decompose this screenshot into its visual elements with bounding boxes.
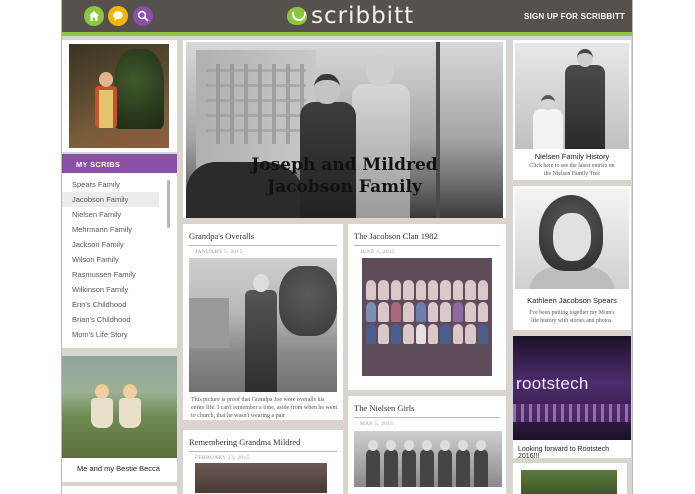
rootstech-photo: rootstech [513,336,631,440]
profile-photo-card[interactable] [62,40,177,152]
nielsen-history-title[interactable]: Nielsen Family History [513,152,631,161]
scribbitt-logo[interactable]: scribbitt [287,3,414,29]
post-date: JANUARY 5, 2015 [195,249,243,255]
hero-card[interactable]: Joseph and Mildred Jacobson Family [183,40,506,218]
smile-logo-icon [287,7,307,25]
header-accent-strip [62,32,632,36]
rootstech-caption: Looking forward to Rootstech 2016!!! [518,446,610,460]
chat-icon [113,11,123,21]
scrib-item-erins-childhood[interactable]: Erin's Childhood [62,297,159,312]
nielsen-history-photo [515,43,629,149]
my-scribs-heading: MY SCRIBS [62,154,177,173]
search-icon [137,10,149,22]
kathleen-card[interactable]: Kathleen Jacobson Spears I've been putti… [513,186,631,330]
scrib-item-mehrmann[interactable]: Mehrmann Family [62,222,159,237]
post-photo [354,431,502,487]
scrib-item-spears[interactable]: Spears Family [62,177,159,192]
next-right-photo [521,470,617,494]
scrib-item-wilkinson[interactable]: Wilkinson Family [62,282,159,297]
post-title[interactable]: Remembering Grandma Mildred [183,430,343,451]
search-button[interactable] [133,6,153,26]
brand-name: scribbitt [311,3,415,29]
post-card-clan[interactable]: The Jacobson Clan 1982 JUNE 1, 2015 [348,224,506,390]
post-title[interactable]: The Nielsen Girls [348,396,506,417]
rootstech-logo: rootstech [516,374,589,393]
signup-link[interactable]: SIGN UP FOR SCRIBBITT [524,12,625,21]
scrib-item-nielsen[interactable]: Nielsen Family [62,207,159,222]
next-card-edge [62,486,177,494]
scrib-item-brians-childhood[interactable]: Brian's Childhood [62,312,159,327]
bestie-caption: Me and my Bestie Becca [77,464,160,473]
app-frame: scribbitt SIGN UP FOR SCRIBBITT MY SCRIB… [61,0,633,494]
post-date: FEBRUARY 23, 2015 [195,455,250,461]
nielsen-history-description: Click here to see the latest entries on … [529,163,615,177]
scrib-list-scrollbar[interactable] [167,180,170,228]
bestie-photo [62,356,177,458]
post-card-overalls[interactable]: Grandpa's Overalls JANUARY 5, 2015 This … [183,224,343,420]
post-title[interactable]: Grandpa's Overalls [183,224,343,245]
chat-button[interactable] [108,6,128,26]
post-card-nielsen-girls[interactable]: The Nielsen Girls MAY 5, 2015 [348,396,506,494]
nielsen-history-card[interactable]: Nielsen Family History Click here to see… [513,40,631,180]
post-photo [195,463,327,493]
post-date: MAY 5, 2015 [360,421,394,427]
home-icon [89,11,99,21]
top-bar: scribbitt SIGN UP FOR SCRIBBITT [62,0,632,32]
post-title[interactable]: The Jacobson Clan 1982 [348,224,506,245]
post-card-grandma[interactable]: Remembering Grandma Mildred FEBRUARY 23,… [183,430,343,494]
post-photo [362,258,492,376]
rootstech-card[interactable]: rootstech Looking forward to Rootstech 2… [513,336,631,460]
kathleen-photo [515,189,629,289]
scrib-list: Spears Family Jacobson Family Nielsen Fa… [62,173,177,342]
kathleen-description: I've been putting together my Mom's life… [529,310,615,324]
kathleen-title[interactable]: Kathleen Jacobson Spears [513,296,631,305]
next-right-card[interactable] [513,463,627,494]
scrib-item-moms-life-story[interactable]: Mom's Life Story [62,327,159,342]
bestie-card[interactable]: Me and my Bestie Becca [62,356,177,482]
hero-title: Joseph and Mildred Jacobson Family [251,155,438,197]
post-date: JUNE 1, 2015 [360,249,395,255]
hero-photo: Joseph and Mildred Jacobson Family [186,42,503,218]
post-photo [189,258,337,392]
scrib-item-jacobson[interactable]: Jacobson Family [62,192,159,207]
my-scribs-panel: MY SCRIBS Spears Family Jacobson Family … [62,154,177,348]
scrib-item-rasmussen[interactable]: Rasmussen Family [62,267,159,282]
scrib-item-jackson[interactable]: Jackson Family [62,237,159,252]
profile-photo [69,44,169,148]
scrib-item-wilson[interactable]: Wilson Family [62,252,159,267]
post-excerpt: This picture is proof that Grandpa Joe w… [191,397,338,419]
home-button[interactable] [84,6,104,26]
